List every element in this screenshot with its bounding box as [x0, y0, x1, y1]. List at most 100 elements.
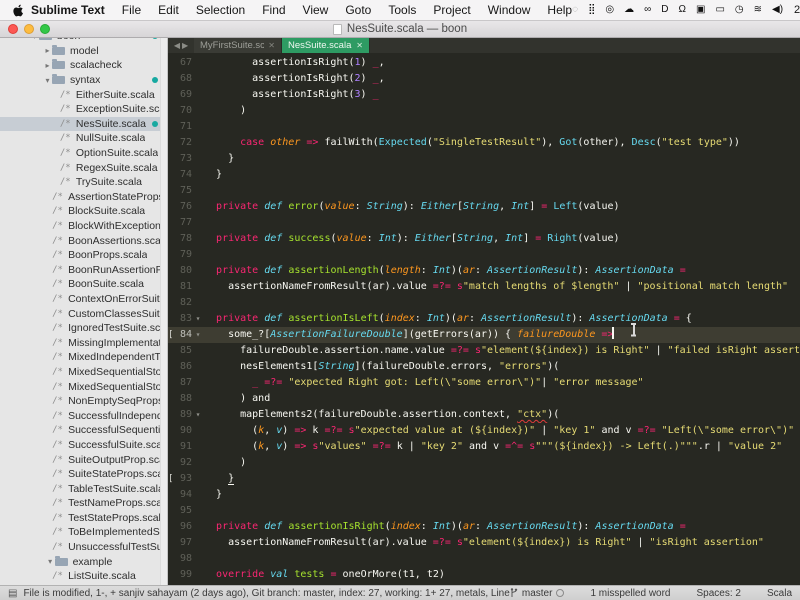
sidebar-file-tobeimplementedsuite-scala[interactable]: /* ToBeImplementedSuite.scala — [0, 525, 167, 540]
code-line-97[interactable]: 97 assertionNameFromResult(ar).value =?=… — [168, 535, 800, 551]
menu-help[interactable]: Help — [547, 3, 572, 17]
sidebar-file-boonrunassertionprops-scala[interactable]: /* BoonRunAssertionProps.scala — [0, 263, 167, 278]
menu-window[interactable]: Window — [488, 3, 531, 17]
sidebar-file-regexsuite-scala[interactable]: /* RegexSuite.scala — [0, 160, 167, 175]
battery-indicator[interactable]: 28% — [794, 4, 800, 16]
code-line-75[interactable]: 75 — [168, 183, 800, 199]
indentation-status[interactable]: Spaces: 2 — [697, 588, 741, 599]
minimize-window-button[interactable] — [24, 24, 34, 34]
menu-file[interactable]: File — [122, 3, 141, 17]
sidebar-file-listsuite-scala[interactable]: /* ListSuite.scala — [0, 569, 167, 584]
wifi-icon[interactable]: ≋ — [754, 5, 762, 15]
sidebar-file-successfulsuite-scala[interactable]: /* SuccessfulSuite.scala — [0, 438, 167, 453]
sidebar-file-testnameprops-scala[interactable]: /* TestNameProps.scala — [0, 496, 167, 511]
code-line-68[interactable]: 68 assertionIsRight(2) _, — [168, 71, 800, 87]
code-line-93[interactable]: [93 } — [168, 471, 800, 487]
sidebar-file-successfulindependenttestsu[interactable]: /* SuccessfulIndependentTestSu — [0, 408, 167, 423]
vintage-mode-icon[interactable]: ▤ — [8, 588, 17, 599]
sidebar-file-eithersuite-scala[interactable]: /* EitherSuite.scala — [0, 87, 167, 102]
code-line-71[interactable]: 71 — [168, 119, 800, 135]
sidebar-folder-example[interactable]: ▾ example — [0, 554, 167, 569]
close-window-button[interactable] — [8, 24, 18, 34]
fold-arrow-icon[interactable]: ▾ — [192, 311, 204, 327]
sidebar-file-mixedsequentialstopsonfailu[interactable]: /* MixedSequentialStopsOnFailu — [0, 379, 167, 394]
sidebar-file-unsuccessfultestsuite-scala[interactable]: /* UnsuccessfulTestSuite.scala — [0, 540, 167, 555]
chevron-down-icon[interactable]: ▾ — [30, 38, 39, 41]
airplay-icon[interactable]: ▭ — [715, 5, 724, 15]
syntax-status[interactable]: Scala — [767, 588, 792, 599]
code-line-74[interactable]: 74 } — [168, 167, 800, 183]
sidebar-file-boonsuite-scala[interactable]: /* BoonSuite.scala — [0, 277, 167, 292]
window-icon[interactable]: ▣ — [696, 5, 705, 15]
sidebar-file-boonprops-scala[interactable]: /* BoonProps.scala — [0, 248, 167, 263]
keyboard-brightness-icon[interactable]: ◌ — [572, 5, 578, 15]
code-line-77[interactable]: 77 — [168, 215, 800, 231]
sidebar-file-mixedsequentialstopsonerror[interactable]: /* MixedSequentialStopsOnError — [0, 365, 167, 380]
menu-app-name[interactable]: Sublime Text — [31, 3, 105, 17]
tab-myfirstsuite-scala[interactable]: MyFirstSuite.scala✕ — [194, 38, 282, 53]
chevron-down-icon[interactable]: ▾ — [46, 557, 55, 566]
code-line-76[interactable]: 76 private def error(value: String): Eit… — [168, 199, 800, 215]
code-line-95[interactable]: 95 — [168, 503, 800, 519]
sidebar-file-tabletestsuite-scala[interactable]: /* TableTestSuite.scala — [0, 481, 167, 496]
sidebar-file-missingimplementationsuite-s[interactable]: /* MissingImplementationSuite.s — [0, 335, 167, 350]
close-tab-icon[interactable]: ✕ — [268, 41, 275, 50]
sidebar-file-nonemptyseqprops-scala[interactable]: /* NonEmptySeqProps.scala — [0, 394, 167, 409]
code-line-83[interactable]: 83 ▾ private def assertionIsLeft(index: I… — [168, 311, 800, 327]
sidebar-file-mixedindependenttestsuite-sc[interactable]: /* MixedIndependentTestSuite.sc — [0, 350, 167, 365]
sidebar-file-teststateprops-scala[interactable]: /* TestStateProps.scala — [0, 511, 167, 526]
apple-menu-icon[interactable] — [12, 3, 25, 17]
code-area[interactable]: 67 assertionIsRight(1) _, 68 assertionIsR… — [168, 53, 800, 585]
code-line-85[interactable]: 85 failureDouble.assertion.name.value =?… — [168, 343, 800, 359]
sidebar-file-nessuite-scala[interactable]: /* NesSuite.scala — [0, 116, 167, 132]
code-line-92[interactable]: 92 ) — [168, 455, 800, 471]
at-circle-icon[interactable]: ◎ — [605, 5, 614, 15]
tab-nessuite-scala[interactable]: NesSuite.scala ✕ — [282, 38, 370, 53]
git-branch-status[interactable]: master — [510, 588, 565, 599]
cloud-icon[interactable]: ☁ — [624, 5, 634, 15]
sidebar-folder-scalacheck[interactable]: ▸ scalacheck — [0, 58, 167, 73]
sidebar-file-contextonerrorsuite-scala[interactable]: /* ContextOnErrorSuite.scala — [0, 292, 167, 307]
sidebar-file-blocksuite-scala[interactable]: /* BlockSuite.scala — [0, 204, 167, 219]
sidebar-file-trysuite-scala[interactable]: /* TrySuite.scala — [0, 175, 167, 190]
menu-selection[interactable]: Selection — [196, 3, 245, 17]
menu-view[interactable]: View — [303, 3, 329, 17]
code-line-78[interactable]: 78 private def success(value: Int): Eith… — [168, 231, 800, 247]
chevron-right-icon[interactable]: ▸ — [43, 46, 52, 55]
code-line-73[interactable]: 73 } — [168, 151, 800, 167]
sidebar-file-suiteoutputprop-scala[interactable]: /* SuiteOutputProp.scala — [0, 452, 167, 467]
code-line-94[interactable]: 94 } — [168, 487, 800, 503]
dropbox-icon[interactable]: ⣿ — [588, 5, 595, 15]
tab-scroll-right-icon[interactable]: ▶ — [182, 41, 188, 50]
sidebar-file-exceptionsuite-scala[interactable]: /* ExceptionSuite.scala — [0, 102, 167, 117]
chevron-right-icon[interactable]: ▸ — [43, 61, 52, 70]
sidebar-file-customclassessuite-scala[interactable]: /* CustomClassesSuite.scala — [0, 306, 167, 321]
time-machine-icon[interactable]: ◷ — [735, 5, 744, 15]
code-line-90[interactable]: 90 (k, v) => k =?= s"expected value at (… — [168, 423, 800, 439]
glasses-icon[interactable]: ∞ — [644, 5, 651, 15]
volume-icon[interactable]: ◀) — [772, 5, 783, 15]
code-line-88[interactable]: 88 ) and — [168, 391, 800, 407]
menu-goto[interactable]: Goto — [345, 3, 371, 17]
bell-icon[interactable]: Ω — [679, 5, 686, 15]
sidebar-file-blockwithexceptiontestsuite-s[interactable]: /* BlockWithExceptionTestSuite.s — [0, 219, 167, 234]
code-line-67[interactable]: 67 assertionIsRight(1) _, — [168, 55, 800, 71]
fold-arrow-icon[interactable]: ▾ — [192, 407, 204, 423]
sidebar-file-successfulsequentialtestsuite[interactable]: /* SuccessfulSequentialTestSuite — [0, 423, 167, 438]
code-line-80[interactable]: 80 private def assertionLength(length: I… — [168, 263, 800, 279]
zoom-window-button[interactable] — [40, 24, 50, 34]
sidebar-file-boonassertions-scala[interactable]: /* BoonAssertions.scala — [0, 233, 167, 248]
code-line-96[interactable]: 96 private def assertionIsRight(index: I… — [168, 519, 800, 535]
menu-project[interactable]: Project — [433, 3, 470, 17]
code-line-70[interactable]: 70 ) — [168, 103, 800, 119]
spellcheck-status[interactable]: 1 misspelled word — [590, 588, 670, 599]
menu-find[interactable]: Find — [262, 3, 285, 17]
code-line-81[interactable]: 81 assertionNameFromResult(ar).value =?=… — [168, 279, 800, 295]
close-tab-icon[interactable]: ✕ — [356, 41, 363, 50]
sidebar-folder-model[interactable]: ▸ model — [0, 44, 167, 59]
code-line-99[interactable]: 99 override val tests = oneOrMore(t1, t2… — [168, 567, 800, 583]
sidebar-file-suitestateprops-scala[interactable]: /* SuiteStateProps.scala — [0, 467, 167, 482]
menu-edit[interactable]: Edit — [158, 3, 179, 17]
code-line-84[interactable]: [84 ▾ some_?[AssertionFailureDouble](getE… — [168, 327, 800, 343]
sidebar-folder-syntax[interactable]: ▾ syntax — [0, 73, 167, 88]
